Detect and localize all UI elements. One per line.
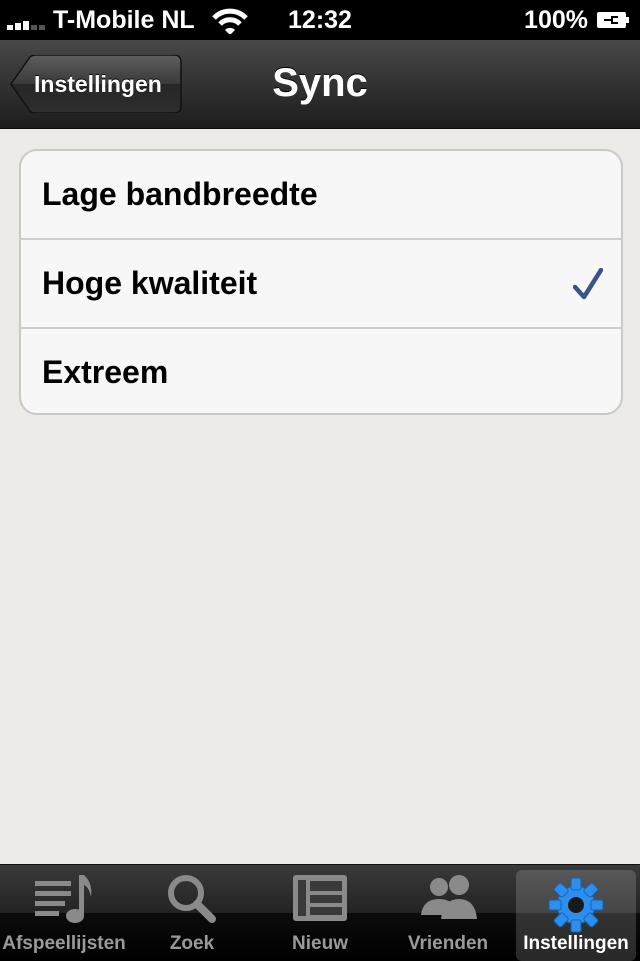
tab-friends[interactable]: Vrienden [384,865,512,961]
page-title: Sync [272,61,368,105]
option-label: Lage bandbreedte [42,176,318,212]
tab-label: Afspeellijsten [2,933,126,954]
option-label: Hoge kwaliteit [42,265,258,301]
news-icon [293,875,347,921]
battery-charging-icon [597,12,629,28]
tab-playlists[interactable]: Afspeellijsten [0,865,128,961]
checkmark-icon [573,268,603,300]
gear-icon [548,877,604,933]
option-row-high-quality[interactable]: Hoge kwaliteit [21,240,621,329]
option-row-extreme[interactable]: Extreem [21,329,621,413]
tab-new[interactable]: Nieuw [256,865,384,961]
magnifier-icon [168,875,216,923]
tab-settings[interactable]: Instellingen [516,870,636,961]
option-row-low-bandwidth[interactable]: Lage bandbreedte [21,151,621,240]
playlist-note-icon [35,875,92,923]
people-icon [421,875,477,919]
quality-options-list: Lage bandbreedte Hoge kwaliteit Extreem [19,149,623,415]
tab-label: Vrienden [407,933,489,954]
tab-label: Instellingen [523,933,629,954]
tab-bar: Afspeellijsten Zoek Nieuw Vrienden Inste… [0,864,640,961]
tab-label: Zoek [169,933,215,954]
tab-search[interactable]: Zoek [128,865,256,961]
battery-percent: 100% [524,6,588,34]
option-label: Extreem [42,354,169,390]
status-bar: T-Mobile NL 12:32 100% [0,0,640,40]
tab-label: Nieuw [292,933,348,954]
navigation-bar: Instellingen Sync [0,40,640,129]
